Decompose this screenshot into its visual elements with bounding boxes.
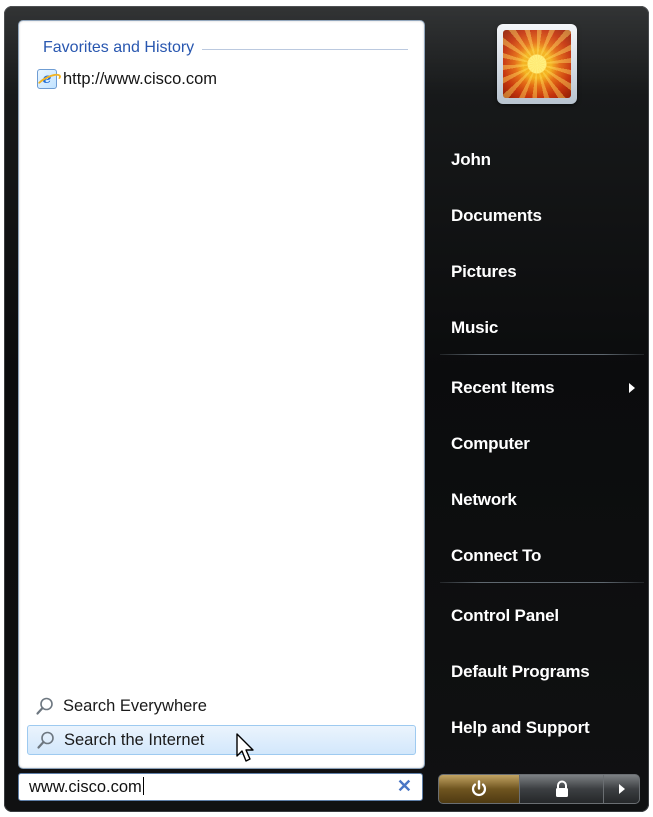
menu-item-default-programs[interactable]: Default Programs bbox=[451, 662, 590, 682]
flower-avatar-image bbox=[503, 30, 571, 98]
clear-x-icon[interactable]: ✕ bbox=[397, 776, 412, 797]
favorites-history-header: Favorites and History bbox=[43, 39, 408, 57]
lock-button[interactable] bbox=[520, 774, 604, 804]
menu-separator bbox=[440, 582, 644, 583]
menu-item-pictures[interactable]: Pictures bbox=[451, 262, 517, 282]
internet-explorer-icon: e bbox=[37, 69, 57, 89]
power-button[interactable] bbox=[438, 774, 520, 804]
menu-item-connect-to[interactable]: Connect To bbox=[451, 546, 541, 566]
search-internet-label: Search the Internet bbox=[64, 730, 205, 749]
search-everywhere-label: Search Everywhere bbox=[63, 696, 207, 715]
favorites-history-label: Favorites and History bbox=[43, 39, 195, 56]
mouse-cursor-icon bbox=[236, 733, 254, 762]
menu-item-music[interactable]: Music bbox=[451, 318, 498, 338]
shutdown-options-button[interactable] bbox=[604, 774, 640, 804]
favorite-item-cisco[interactable]: e http://www.cisco.com bbox=[37, 69, 217, 89]
arrow-right-icon bbox=[618, 784, 625, 794]
search-input-value: www.cisco.com bbox=[29, 778, 142, 796]
programs-pane: Favorites and History e http://www.cisco… bbox=[18, 20, 425, 769]
submenu-arrow-icon bbox=[629, 383, 635, 393]
menu-item-help-support[interactable]: Help and Support bbox=[451, 718, 590, 738]
lock-icon bbox=[555, 780, 568, 797]
power-icon bbox=[471, 780, 487, 796]
menu-item-recent-items[interactable]: Recent Items bbox=[451, 378, 555, 398]
menu-separator bbox=[440, 354, 644, 355]
search-internet-option[interactable]: Search the Internet bbox=[27, 725, 416, 755]
menu-item-computer[interactable]: Computer bbox=[451, 434, 530, 454]
start-menu: Favorites and History e http://www.cisco… bbox=[4, 6, 649, 812]
menu-item-control-panel[interactable]: Control Panel bbox=[451, 606, 559, 626]
menu-item-user[interactable]: John bbox=[451, 150, 491, 170]
menu-item-documents[interactable]: Documents bbox=[451, 206, 542, 226]
power-bar bbox=[438, 774, 640, 804]
menu-item-network[interactable]: Network bbox=[451, 490, 517, 510]
header-divider bbox=[202, 48, 408, 50]
start-search-input[interactable]: www.cisco.com ✕ bbox=[18, 773, 423, 801]
search-icon bbox=[36, 697, 53, 715]
favorite-item-label: http://www.cisco.com bbox=[63, 69, 218, 88]
search-icon bbox=[37, 731, 54, 749]
user-picture[interactable] bbox=[497, 24, 577, 104]
search-everywhere-option[interactable]: Search Everywhere bbox=[27, 691, 416, 721]
